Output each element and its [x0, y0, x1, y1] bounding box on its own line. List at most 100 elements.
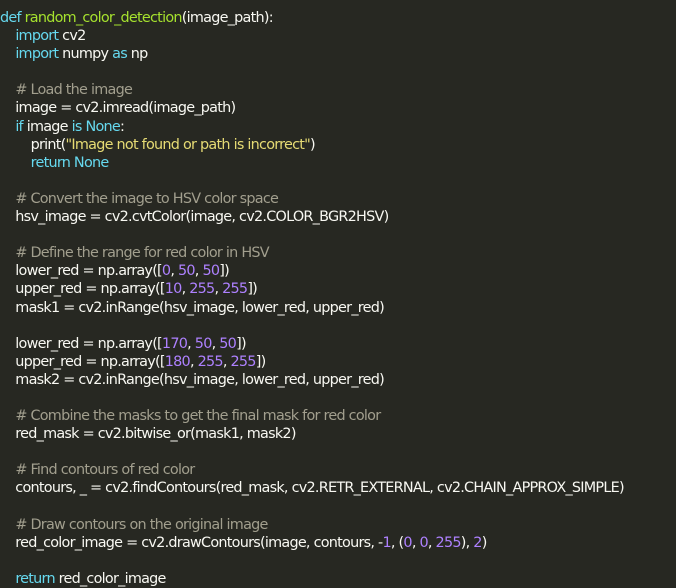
- code-token: np: [126, 46, 149, 63]
- code-line: hsv_image = cv2.cvtColor(image, cv2.COLO…: [0, 208, 624, 226]
- code-token: 50: [194, 335, 213, 352]
- code-token: # Combine the masks to get the final mas…: [15, 408, 381, 425]
- code-line: def random_color_detection(image_path):: [0, 9, 624, 27]
- code-token: ,: [170, 263, 178, 280]
- code-line: return red_color_image: [0, 570, 624, 588]
- code-token: 50: [202, 263, 220, 280]
- code-line: # Convert the image to HSV color space: [0, 190, 624, 208]
- code-token: ),: [460, 534, 474, 551]
- code-line: import numpy as np: [0, 45, 624, 63]
- code-line: ​: [0, 172, 624, 190]
- code-line: red_color_image = cv2.drawContours(image…: [0, 534, 624, 552]
- code-editor[interactable]: def random_color_detection(image_path): …: [0, 0, 676, 587]
- code-line: ​: [0, 552, 624, 570]
- code-line: ​: [0, 498, 624, 516]
- code-token: 255: [222, 281, 248, 298]
- code-token: upper_red = np.array([: [0, 353, 165, 370]
- code-token: ]): [255, 353, 266, 370]
- code-token: upper_red = np.array([: [0, 281, 165, 298]
- code-token: # Load the image: [15, 82, 133, 99]
- code-line: # Load the image: [0, 81, 624, 99]
- code-line: mask1 = cv2.inRange(hsv_image, lower_red…: [0, 299, 624, 317]
- code-token: return: [15, 570, 55, 587]
- code-line: mask2 = cv2.inRange(hsv_image, lower_red…: [0, 371, 624, 389]
- code-token: return None: [30, 154, 110, 171]
- code-token: def: [0, 10, 25, 26]
- code-token: # Define the range for red color in HSV: [15, 245, 269, 262]
- code-line: ​: [0, 443, 624, 461]
- code-token: random_color_detection: [24, 10, 183, 26]
- code-token: # Draw contours on the original image: [15, 516, 268, 533]
- code-token: ,: [427, 534, 436, 551]
- code-token: image: [22, 118, 72, 135]
- code-line: lower_red = np.array([0, 50, 50]): [0, 262, 624, 280]
- code-token: print(: [0, 136, 67, 153]
- code-token: # Convert the image to HSV color space: [15, 190, 279, 207]
- code-line: print("Image not found or path is incorr…: [0, 136, 624, 154]
- code-token: 0: [403, 534, 412, 551]
- code-line: image = cv2.imread(image_path): [0, 99, 624, 117]
- code-token: ]): [247, 281, 258, 298]
- code-token: mask2 = cv2.inRange(hsv_image, lower_red…: [0, 371, 384, 388]
- code-token: # Find contours of red color: [15, 462, 195, 479]
- code-token: 255: [230, 353, 257, 370]
- code-token: red_mask = cv2.bitwise_or(mask1, mask2): [0, 426, 296, 443]
- code-token: ,: [222, 353, 231, 370]
- code-line: if image is None:: [0, 118, 624, 136]
- code-token: , (: [390, 534, 404, 551]
- code-token: 10: [164, 281, 183, 298]
- code-token: contours, _ = cv2.findContours(red_mask,…: [0, 480, 624, 497]
- code-token: ): [310, 136, 316, 153]
- code-token: red_color_image = cv2.drawContours(image…: [0, 534, 383, 551]
- code-token: as: [112, 46, 128, 63]
- code-lines: def random_color_detection(image_path): …: [0, 9, 625, 588]
- code-line: red_mask = cv2.bitwise_or(mask1, mask2): [0, 425, 624, 443]
- code-token: 170: [161, 335, 188, 352]
- code-line: import cv2: [0, 27, 624, 45]
- code-token: 1: [382, 534, 392, 551]
- code-token: ,: [187, 335, 195, 352]
- code-token: ): [481, 534, 488, 551]
- code-token: red_color_image: [54, 570, 167, 587]
- code-token: lower_red = np.array([: [0, 335, 162, 352]
- code-line: # Define the range for red color in HSV: [0, 244, 624, 262]
- code-token: ,: [214, 281, 223, 298]
- code-token: ]): [236, 335, 246, 352]
- code-token: 180: [164, 353, 191, 370]
- code-line: contours, _ = cv2.findContours(red_mask,…: [0, 479, 624, 497]
- code-line: upper_red = np.array([180, 255, 255]): [0, 353, 624, 371]
- code-token: ]): [219, 263, 229, 280]
- code-token: 2: [473, 534, 482, 551]
- code-token: cv2: [58, 28, 86, 45]
- code-token: import: [15, 28, 59, 45]
- code-line: # Combine the masks to get the final mas…: [0, 407, 624, 425]
- code-token: image = cv2.imread(image_path): [0, 100, 236, 117]
- code-token: lower_red = np.array([: [0, 263, 162, 280]
- code-token: :: [120, 118, 125, 135]
- code-line: ​: [0, 389, 624, 407]
- code-token: is None: [71, 118, 121, 135]
- code-token: 0: [419, 534, 428, 551]
- code-token: if: [15, 118, 23, 135]
- code-token: 50: [219, 335, 237, 352]
- code-token: "Image not found or path is incorrect": [65, 136, 311, 153]
- code-token: hsv_image = cv2.cvtColor(image, cv2.COLO…: [0, 209, 389, 226]
- code-token: 50: [177, 263, 196, 280]
- code-line: return None: [0, 154, 624, 172]
- code-token: ,: [411, 534, 420, 551]
- code-line: ​: [0, 226, 624, 244]
- code-line: lower_red = np.array([170, 50, 50]): [0, 335, 624, 353]
- code-line: upper_red = np.array([10, 255, 255]): [0, 280, 624, 298]
- code-token: ,: [189, 353, 198, 370]
- code-token: 255: [435, 534, 462, 551]
- code-line: # Draw contours on the original image: [0, 516, 624, 534]
